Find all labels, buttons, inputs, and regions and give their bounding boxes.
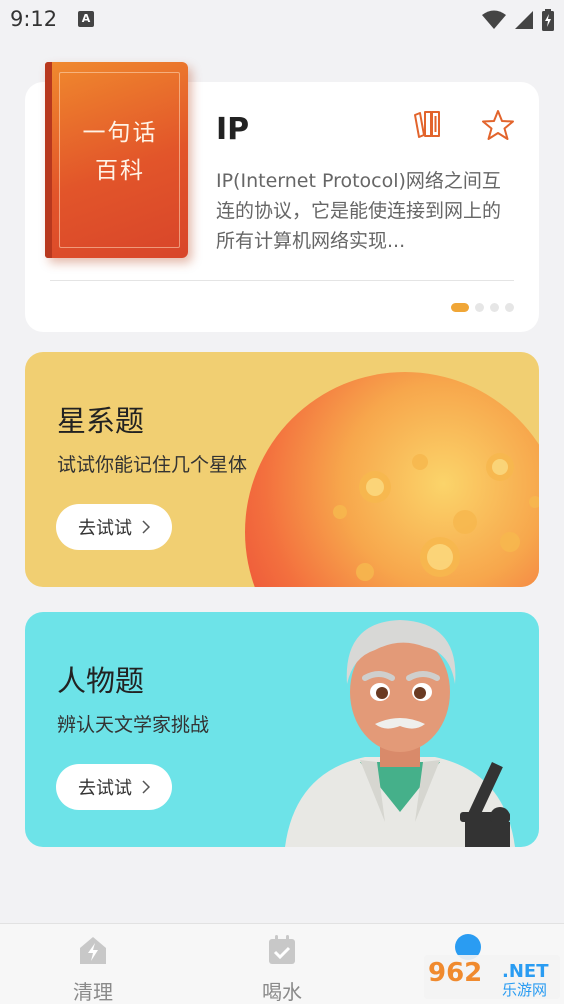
notification-icon: A [78, 11, 94, 27]
lightning-house-icon [80, 937, 106, 964]
tab-drink[interactable]: 喝水 [232, 934, 332, 1004]
page-dot-active [451, 303, 469, 312]
book-spine [45, 62, 52, 258]
book-cover: 一句话 百科 [45, 62, 188, 258]
wiki-card[interactable]: 一句话 百科 IP IP(Internet Protocol)网络之间互连的协议… [25, 62, 539, 332]
battery-icon [542, 9, 554, 31]
book-title: 一句话 百科 [52, 114, 188, 190]
try-button-label: 去试试 [78, 778, 132, 799]
star-icon[interactable] [481, 108, 515, 142]
status-bar: 9:12 A [0, 0, 564, 40]
planet-illustration [245, 372, 539, 587]
signal-icon [515, 11, 533, 29]
tab-clean-label: 清理 [73, 980, 113, 1004]
wifi-icon [482, 10, 506, 29]
svg-text:962: 962 [428, 958, 482, 988]
wiki-description: IP(Internet Protocol)网络之间互连的协议，它是能使连接到网上… [216, 170, 502, 252]
books-icon[interactable] [411, 108, 443, 140]
svg-text:乐游网: 乐游网 [502, 981, 547, 999]
page-dot [475, 303, 484, 312]
status-time: 9:12 [10, 7, 58, 31]
wiki-actions [411, 108, 515, 142]
quiz-subtitle: 试试你能记住几个星体 [57, 454, 248, 476]
quiz-subtitle: 辨认天文学家挑战 [57, 714, 210, 736]
chevron-right-icon [142, 780, 150, 794]
quiz-title: 星系题 [57, 404, 145, 438]
chevron-right-icon [142, 520, 150, 534]
page-dot [490, 303, 499, 312]
divider [50, 280, 514, 281]
page-indicator [451, 303, 514, 312]
wiki-term-title: IP [216, 112, 250, 147]
calendar-check-icon [269, 935, 295, 964]
book-title-line2: 百科 [95, 158, 145, 184]
tab-clean[interactable]: 清理 [43, 934, 143, 1004]
astronomer-quiz-card[interactable]: 人物题 辨认天文学家挑战 去试试 [25, 612, 539, 847]
book-title-line1: 一句话 [82, 120, 158, 146]
svg-text:.NET: .NET [502, 961, 549, 982]
status-icons [482, 9, 554, 31]
site-watermark-logo: 962 .NET 乐游网 [424, 955, 560, 999]
try-button[interactable]: 去试试 [56, 764, 172, 810]
quiz-title: 人物题 [57, 664, 145, 698]
page-dot [505, 303, 514, 312]
galaxy-quiz-card[interactable]: 星系题 试试你能记住几个星体 去试试 [25, 352, 539, 587]
scientist-illustration [285, 620, 515, 847]
try-button[interactable]: 去试试 [56, 504, 172, 550]
try-button-label: 去试试 [78, 518, 132, 539]
tab-drink-label: 喝水 [262, 980, 302, 1004]
